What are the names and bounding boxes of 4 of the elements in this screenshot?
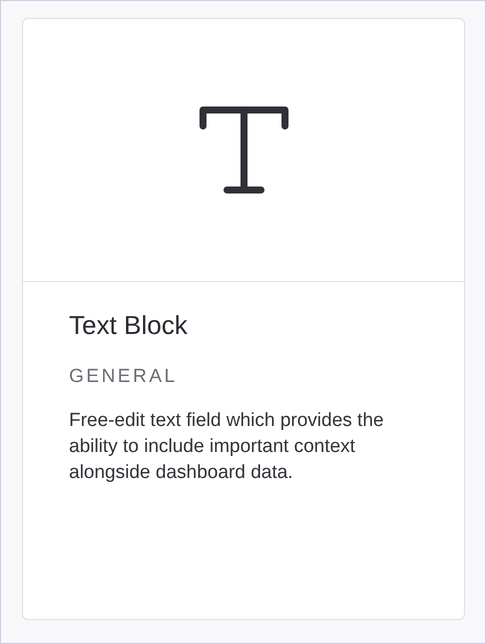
card-title: Text Block <box>69 310 188 342</box>
text-icon <box>198 106 288 194</box>
category-label: GENERAL <box>69 365 178 390</box>
card-description: Free-edit text field which provides the ability to include important context alongside dashboard data. <box>69 408 385 485</box>
